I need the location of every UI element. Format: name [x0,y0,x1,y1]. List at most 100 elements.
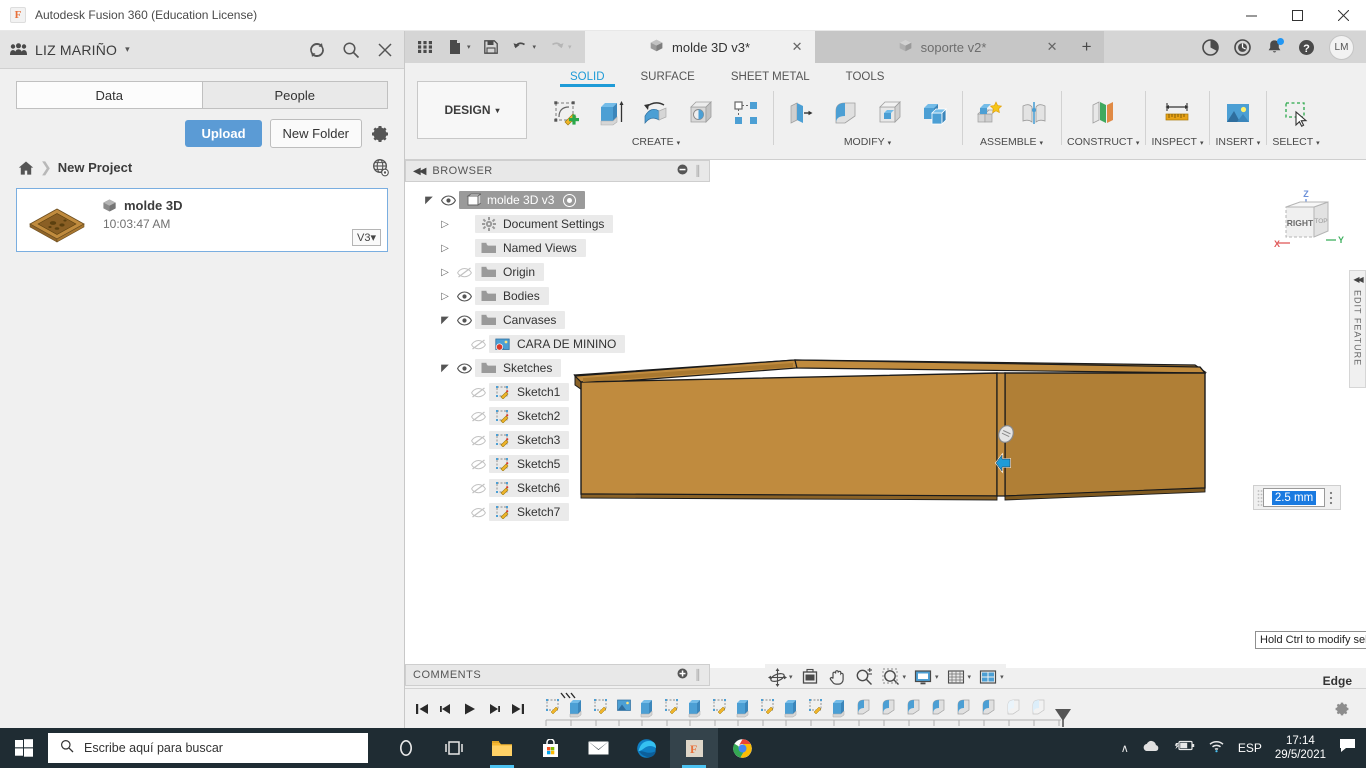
mail-icon[interactable] [574,728,622,768]
minimize-button[interactable] [1228,0,1274,31]
visibility-eye-off-icon[interactable] [467,411,489,422]
expand-arrow-icon[interactable]: ▷ [437,267,453,278]
ribbon-panel-label-inspect[interactable]: INSPECT ▾ [1151,136,1203,148]
tab-solid[interactable]: SOLID [552,71,623,87]
expand-arrow-icon[interactable]: ▷ [437,243,453,254]
user-name[interactable]: LIZ MARIÑO [35,42,117,58]
measure-icon[interactable] [1156,92,1198,134]
fillet-handle-icon[interactable] [997,424,1015,449]
tree-node-bodies[interactable]: ▷ Bodies [405,284,710,308]
grid-snaps-icon[interactable] [944,665,968,689]
tree-node-sketch2[interactable]: Sketch2 [405,404,710,428]
comments-resize-grip-icon[interactable]: ║ [694,670,702,681]
taskbar-clock[interactable]: 17:14 29/5/2021 [1275,734,1326,762]
windows-start-icon[interactable] [0,728,48,768]
visibility-eye-off-icon[interactable] [467,339,489,350]
document-tab-soporte[interactable]: soporte v2* ✕ [814,31,1070,63]
skip-end-icon[interactable] [511,702,525,716]
visibility-eye-icon[interactable] [453,290,475,302]
tree-node-cara-de-minino[interactable]: CARA DE MININO [405,332,710,356]
redo-icon[interactable] [542,33,570,61]
orbit-caret-icon[interactable]: ▾ [789,673,793,681]
activate-component-radio[interactable] [563,193,577,207]
tree-node-origin[interactable]: ▷ Origin [405,260,710,284]
revolve-icon[interactable] [635,92,677,134]
close-button[interactable] [1320,0,1366,31]
ribbon-panel-label-assemble[interactable]: ASSEMBLE ▾ [980,136,1043,148]
browser-collapse-icon[interactable]: ◀◀ [413,166,426,177]
file-card-molde-3d[interactable]: molde 3D 10:03:47 AM V3▾ [16,188,388,252]
fillet-icon[interactable] [824,92,866,134]
tree-node-named-views[interactable]: ▷ Named Views [405,236,710,260]
microsoft-edge-icon[interactable] [622,728,670,768]
edit-feature-panel-rail[interactable]: ◀◀ EDIT FEATURE [1349,270,1366,388]
workspace-switcher-design[interactable]: DESIGN ▾ [417,81,527,139]
display-settings-icon[interactable] [911,665,935,689]
timeline-track[interactable] [541,691,1201,727]
new-document-caret-icon[interactable]: ▾ [467,43,475,51]
timeline-features[interactable] [541,691,1201,727]
combine-icon[interactable] [914,92,956,134]
breadcrumb-project-name[interactable]: New Project [58,160,132,175]
dimension-value-input-group[interactable]: 2.5 mm [1253,485,1341,510]
job-status-icon[interactable] [1233,38,1252,57]
minus-circle-icon[interactable] [677,164,688,178]
tree-node-document-settings[interactable]: ▷ Document Settings [405,212,710,236]
look-at-icon[interactable] [798,665,822,689]
visibility-eye-off-icon[interactable] [467,507,489,518]
google-chrome-icon[interactable] [718,728,766,768]
create-sketch-icon[interactable] [545,92,587,134]
tree-node-sketch7[interactable]: Sketch7 [405,500,710,524]
orbit-icon[interactable] [765,665,789,689]
visibility-eye-off-icon[interactable] [453,267,475,278]
expand-arrow-icon[interactable]: ◤ [437,363,453,374]
comments-panel-header[interactable]: COMMENTS ║ [405,664,710,686]
skip-start-icon[interactable] [415,702,429,716]
tab-data[interactable]: Data [16,81,202,109]
version-badge[interactable]: V3▾ [352,229,381,246]
expand-arrow-icon[interactable]: ◤ [421,195,437,206]
browser-resize-grip-icon[interactable]: ║ [694,166,702,177]
shell-icon[interactable] [869,92,911,134]
press-pull-icon[interactable] [779,92,821,134]
tree-node-sketch1[interactable]: Sketch1 [405,380,710,404]
home-icon[interactable] [18,160,34,176]
expand-arrow-icon[interactable]: ◤ [437,315,453,326]
viewports-icon[interactable] [976,665,1000,689]
notifications-icon[interactable] [1265,37,1284,57]
visibility-eye-off-icon[interactable] [467,483,489,494]
taskbar-search-box[interactable]: Escribe aquí para buscar [48,733,368,763]
add-comment-icon[interactable] [677,668,688,682]
task-view-icon[interactable] [430,728,478,768]
pattern-icon[interactable] [725,92,767,134]
ribbon-panel-label-select[interactable]: SELECT ▾ [1272,136,1319,148]
view-cube[interactable]: Z X Y RIGHT TOP [1268,185,1348,265]
drag-grip-icon[interactable] [1257,489,1263,506]
dimension-value-input[interactable]: 2.5 mm [1263,488,1325,507]
new-tab-button[interactable]: + [1069,31,1104,63]
help-icon[interactable]: ? [1297,38,1316,57]
tab-sheet-metal[interactable]: SHEET METAL [713,71,828,87]
undo-icon[interactable] [507,33,535,61]
joint-icon[interactable] [1013,92,1055,134]
app-grid-icon[interactable] [411,33,439,61]
direction-arrow-manipulator[interactable] [993,452,1015,479]
visibility-eye-off-icon[interactable] [467,435,489,446]
document-tab-close-icon-2[interactable]: ✕ [1047,39,1058,55]
tree-node-sketch3[interactable]: Sketch3 [405,428,710,452]
microsoft-store-icon[interactable] [526,728,574,768]
expand-arrow-icon[interactable]: ▷ [437,219,453,230]
ribbon-panel-label-construct[interactable]: CONSTRUCT ▾ [1067,136,1139,148]
window-selection-icon[interactable] [1275,92,1317,134]
keyboard-language-indicator[interactable]: ESP [1238,741,1262,755]
visibility-eye-off-icon[interactable] [467,387,489,398]
close-data-panel-icon[interactable] [376,41,394,59]
document-tab-molde-3d[interactable]: molde 3D v3* ✕ [584,31,815,63]
step-back-icon[interactable] [439,702,453,716]
maximize-button[interactable] [1274,0,1320,31]
ribbon-panel-label-create[interactable]: CREATE ▾ [632,136,680,148]
display-settings-caret-icon[interactable]: ▾ [935,673,939,681]
edit-feature-collapse-icon[interactable]: ◀◀ [1353,275,1363,284]
play-icon[interactable] [463,702,477,716]
expand-arrow-icon[interactable]: ▷ [437,291,453,302]
